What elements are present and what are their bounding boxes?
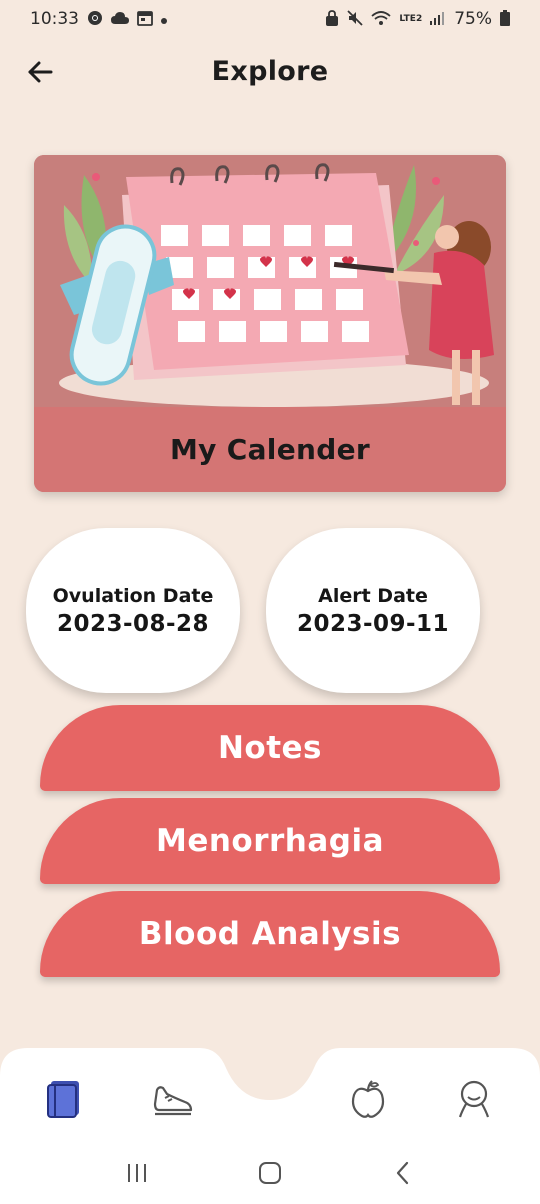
status-bar: 10:33 LTE2 75% xyxy=(0,0,540,38)
home-icon xyxy=(258,1162,281,1184)
ovulation-value: 2023-08-28 xyxy=(56,610,210,637)
calendar-status-icon xyxy=(137,10,153,29)
my-calendar-card[interactable]: My Calender xyxy=(34,155,506,492)
cloud-icon xyxy=(111,11,129,27)
calendar-illustration xyxy=(34,155,506,407)
signal-icon xyxy=(430,11,446,28)
chevron-left-icon xyxy=(397,1161,409,1185)
mute-icon xyxy=(347,9,364,29)
alert-label: Alert Date xyxy=(318,584,428,607)
profile-icon xyxy=(458,1080,490,1118)
recent-apps-icon xyxy=(127,1164,146,1182)
alert-value: 2023-09-11 xyxy=(296,610,450,637)
wifi-icon xyxy=(371,10,392,29)
header: Explore xyxy=(0,48,540,98)
blood-analysis-label: Blood Analysis xyxy=(138,916,402,952)
lock-icon xyxy=(325,9,339,29)
ovulation-label: Ovulation Date xyxy=(52,584,214,607)
apple-icon xyxy=(351,1080,385,1118)
home-button[interactable] xyxy=(250,1153,290,1193)
recent-apps-button[interactable] xyxy=(117,1153,157,1193)
battery-icon xyxy=(500,9,510,29)
dot-icon xyxy=(161,12,167,27)
menorrhagia-label: Menorrhagia xyxy=(155,823,385,859)
alert-date-card: Alert Date 2023-09-11 xyxy=(266,528,480,693)
battery-percent: 75% xyxy=(454,9,492,29)
journal-icon xyxy=(47,1081,79,1118)
status-time: 10:33 xyxy=(30,9,79,29)
calendar-label: My Calender xyxy=(170,433,370,466)
system-nav xyxy=(0,1142,540,1204)
page-title: Explore xyxy=(211,56,329,87)
calendar-label-bar: My Calender xyxy=(34,407,506,492)
network-label: LTE2 xyxy=(399,14,423,24)
nav-nutrition[interactable] xyxy=(343,1074,393,1124)
notes-button[interactable]: Notes xyxy=(40,705,500,791)
notes-label: Notes xyxy=(217,730,323,766)
status-left: 10:33 xyxy=(30,9,167,29)
nav-activity[interactable] xyxy=(147,1074,197,1124)
sneaker-icon xyxy=(153,1086,193,1116)
blood-analysis-button[interactable]: Blood Analysis xyxy=(40,891,500,977)
menorrhagia-button[interactable]: Menorrhagia xyxy=(40,798,500,884)
ovulation-date-card: Ovulation Date 2023-08-28 xyxy=(26,528,240,693)
explore-screen: 10:33 LTE2 75% Explore My Calender Ovula… xyxy=(0,0,540,1204)
chrome-icon xyxy=(87,10,103,29)
status-right: LTE2 75% xyxy=(325,9,510,29)
nav-profile[interactable] xyxy=(449,1074,499,1124)
system-back-button[interactable] xyxy=(383,1153,423,1193)
nav-journal[interactable] xyxy=(40,1074,90,1124)
